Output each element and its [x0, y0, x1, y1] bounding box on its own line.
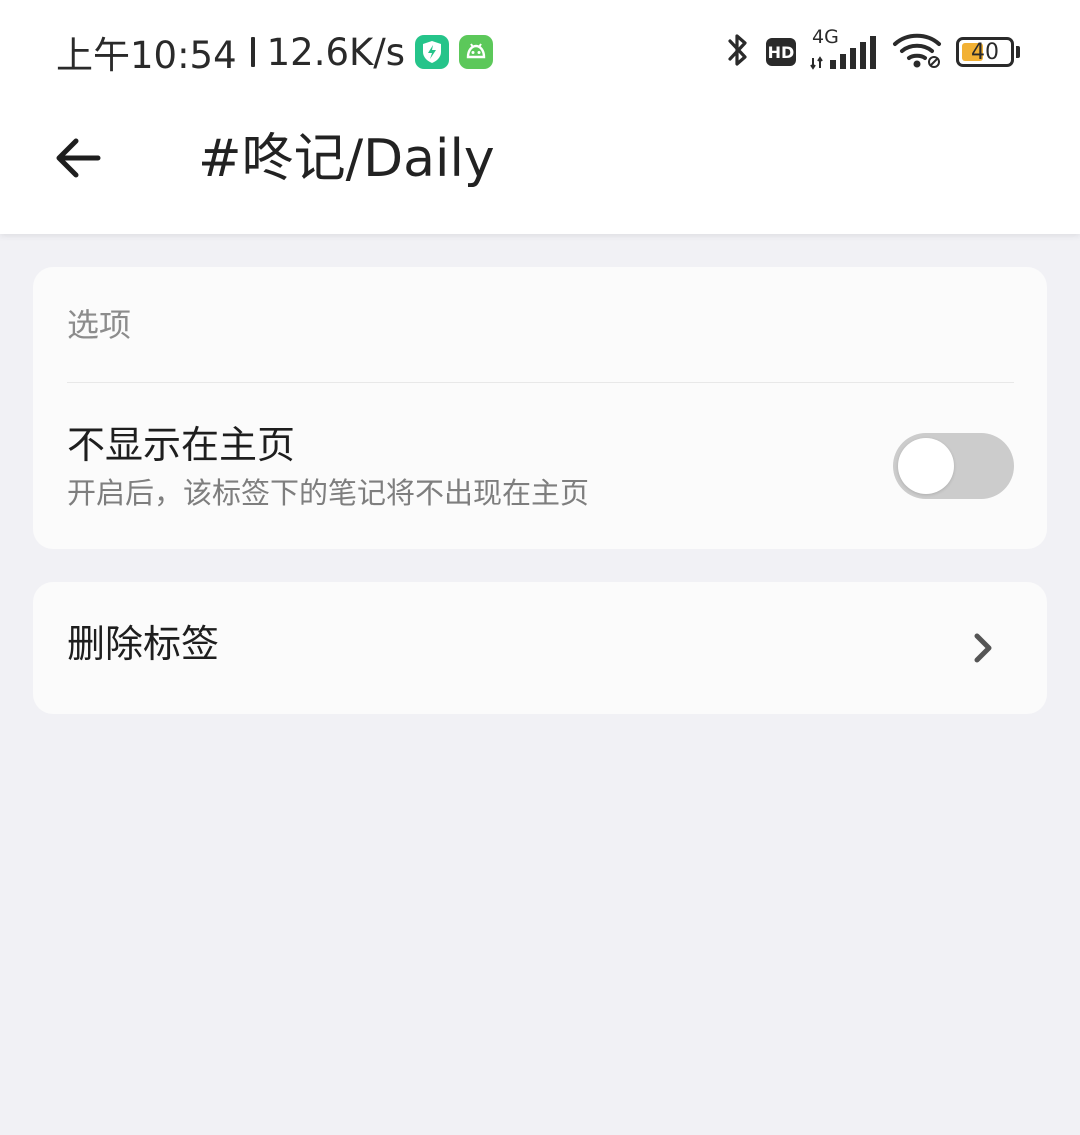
- network-speed: 12.6K/s: [266, 30, 406, 74]
- hide-on-home-subtitle: 开启后，该标签下的笔记将不出现在主页: [67, 476, 590, 510]
- options-card: 选项 不显示在主页 开启后，该标签下的笔记将不出现在主页: [33, 267, 1047, 549]
- battery-cap: [1016, 46, 1020, 58]
- status-right: HD 4G 40: [724, 26, 1020, 76]
- top-app-area: 上午10:54 12.6K/s HD 4G 40 #咚记/Daily: [0, 0, 1080, 234]
- shield-bolt-app-icon: [415, 35, 450, 69]
- battery-level: 40: [971, 39, 999, 65]
- arrow-left-icon: [56, 138, 101, 178]
- battery-icon: 40: [956, 37, 1020, 67]
- back-button[interactable]: [48, 128, 108, 188]
- delete-tag-row[interactable]: 删除标签: [33, 582, 1047, 714]
- status-time: 上午10:54: [56, 34, 237, 77]
- hd-icon: HD: [766, 38, 796, 66]
- status-bar: 上午10:54 12.6K/s HD 4G 40: [0, 0, 1080, 104]
- android-app-icon: [459, 35, 494, 69]
- toggle-knob: [898, 438, 954, 494]
- status-left: 上午10:54 12.6K/s: [56, 30, 494, 77]
- bluetooth-icon: [724, 30, 752, 74]
- section-label-options: 选项: [67, 306, 132, 344]
- divider: [67, 382, 1014, 383]
- status-separator: [250, 37, 255, 67]
- signal-icon: 4G: [810, 26, 878, 74]
- delete-tag-label: 删除标签: [67, 622, 220, 666]
- wifi-icon: [892, 30, 942, 74]
- hide-on-home-toggle[interactable]: [893, 433, 1014, 499]
- hide-on-home-title: 不显示在主页: [67, 423, 296, 467]
- page-title: #咚记/Daily: [198, 129, 495, 189]
- chevron-right-icon: [974, 633, 992, 663]
